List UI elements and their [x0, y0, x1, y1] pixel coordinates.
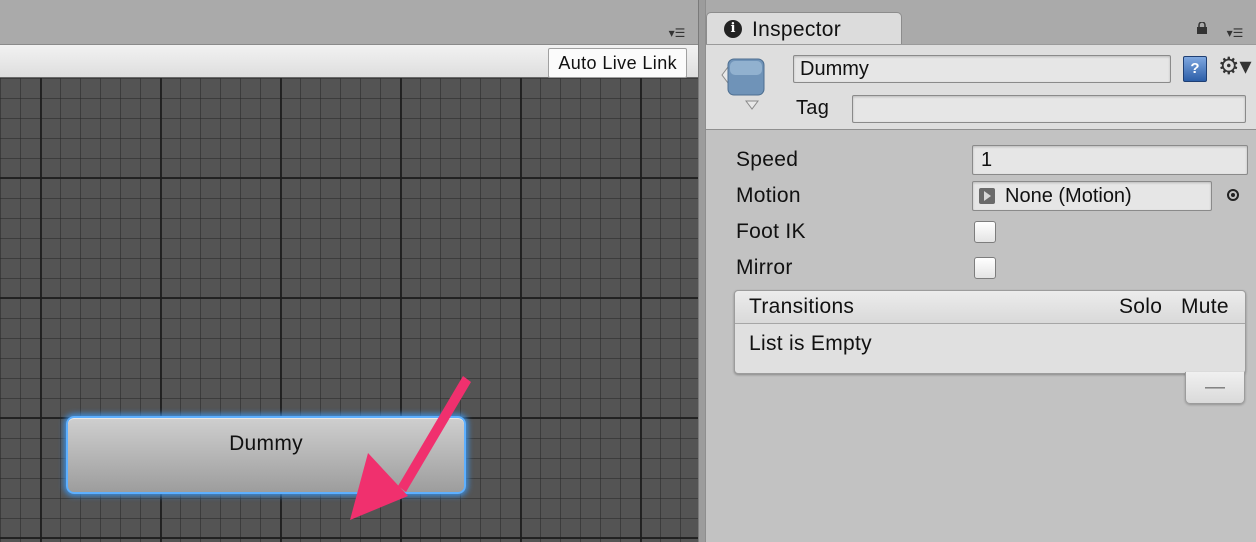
motion-value: None (Motion) — [1005, 185, 1132, 207]
transitions-title: Transitions — [749, 295, 855, 318]
gear-icon[interactable]: ⚙▾ — [1218, 53, 1252, 81]
graph-toolbar: Auto Live Link — [0, 44, 698, 78]
inspector-panel-menu-icon[interactable]: ▾☰ — [1222, 26, 1248, 40]
transitions-list: Transitions Solo Mute List is Empty — [734, 290, 1246, 374]
tag-label: Tag — [796, 97, 830, 119]
speed-label: Speed — [736, 148, 799, 171]
motion-label: Motion — [736, 184, 801, 207]
lock-icon[interactable] — [1196, 22, 1208, 34]
info-icon: i — [724, 20, 742, 38]
speed-field[interactable]: 1 — [972, 145, 1248, 175]
tag-field[interactable] — [852, 95, 1246, 123]
panel-splitter[interactable] — [698, 0, 706, 542]
inspector-panel: i Inspector ▾☰ Dummy ? ⚙▾ Tag Speed 1 Mo… — [706, 0, 1256, 542]
graph-panel-menu-icon[interactable]: ▾☰ — [664, 26, 690, 40]
mirror-checkbox[interactable] — [974, 257, 996, 279]
auto-live-link-button[interactable]: Auto Live Link — [548, 48, 687, 78]
foot-ik-label: Foot IK — [736, 220, 806, 243]
inspector-tab-strip: i Inspector ▾☰ — [706, 0, 1256, 46]
state-name-field[interactable]: Dummy — [793, 55, 1171, 83]
help-book-icon[interactable]: ? — [1183, 56, 1207, 82]
object-picker-icon[interactable] — [1227, 189, 1239, 201]
list-empty-text: List is Empty — [749, 332, 872, 355]
graph-canvas[interactable]: Dummy — [0, 78, 698, 542]
motion-field[interactable]: None (Motion) — [972, 181, 1212, 211]
remove-transition-button[interactable]: — — [1185, 372, 1245, 404]
mirror-label: Mirror — [736, 256, 793, 279]
mute-column-header: Mute — [1181, 295, 1229, 318]
annotation-arrow-icon — [350, 376, 471, 520]
graph-tab-strip: ▾☰ — [0, 0, 698, 44]
tab-inspector-label: Inspector — [752, 18, 842, 41]
animator-state-icon — [721, 58, 765, 110]
animation-clip-icon — [979, 188, 995, 204]
foot-ik-checkbox[interactable] — [974, 221, 996, 243]
transitions-header: Transitions Solo Mute — [735, 291, 1245, 324]
solo-column-header: Solo — [1119, 295, 1163, 318]
tab-inspector[interactable]: i Inspector — [706, 12, 902, 46]
animator-graph-panel: ▾☰ Auto Live Link Dummy — [0, 0, 698, 542]
inspector-header: Dummy ? ⚙▾ Tag — [706, 44, 1256, 130]
